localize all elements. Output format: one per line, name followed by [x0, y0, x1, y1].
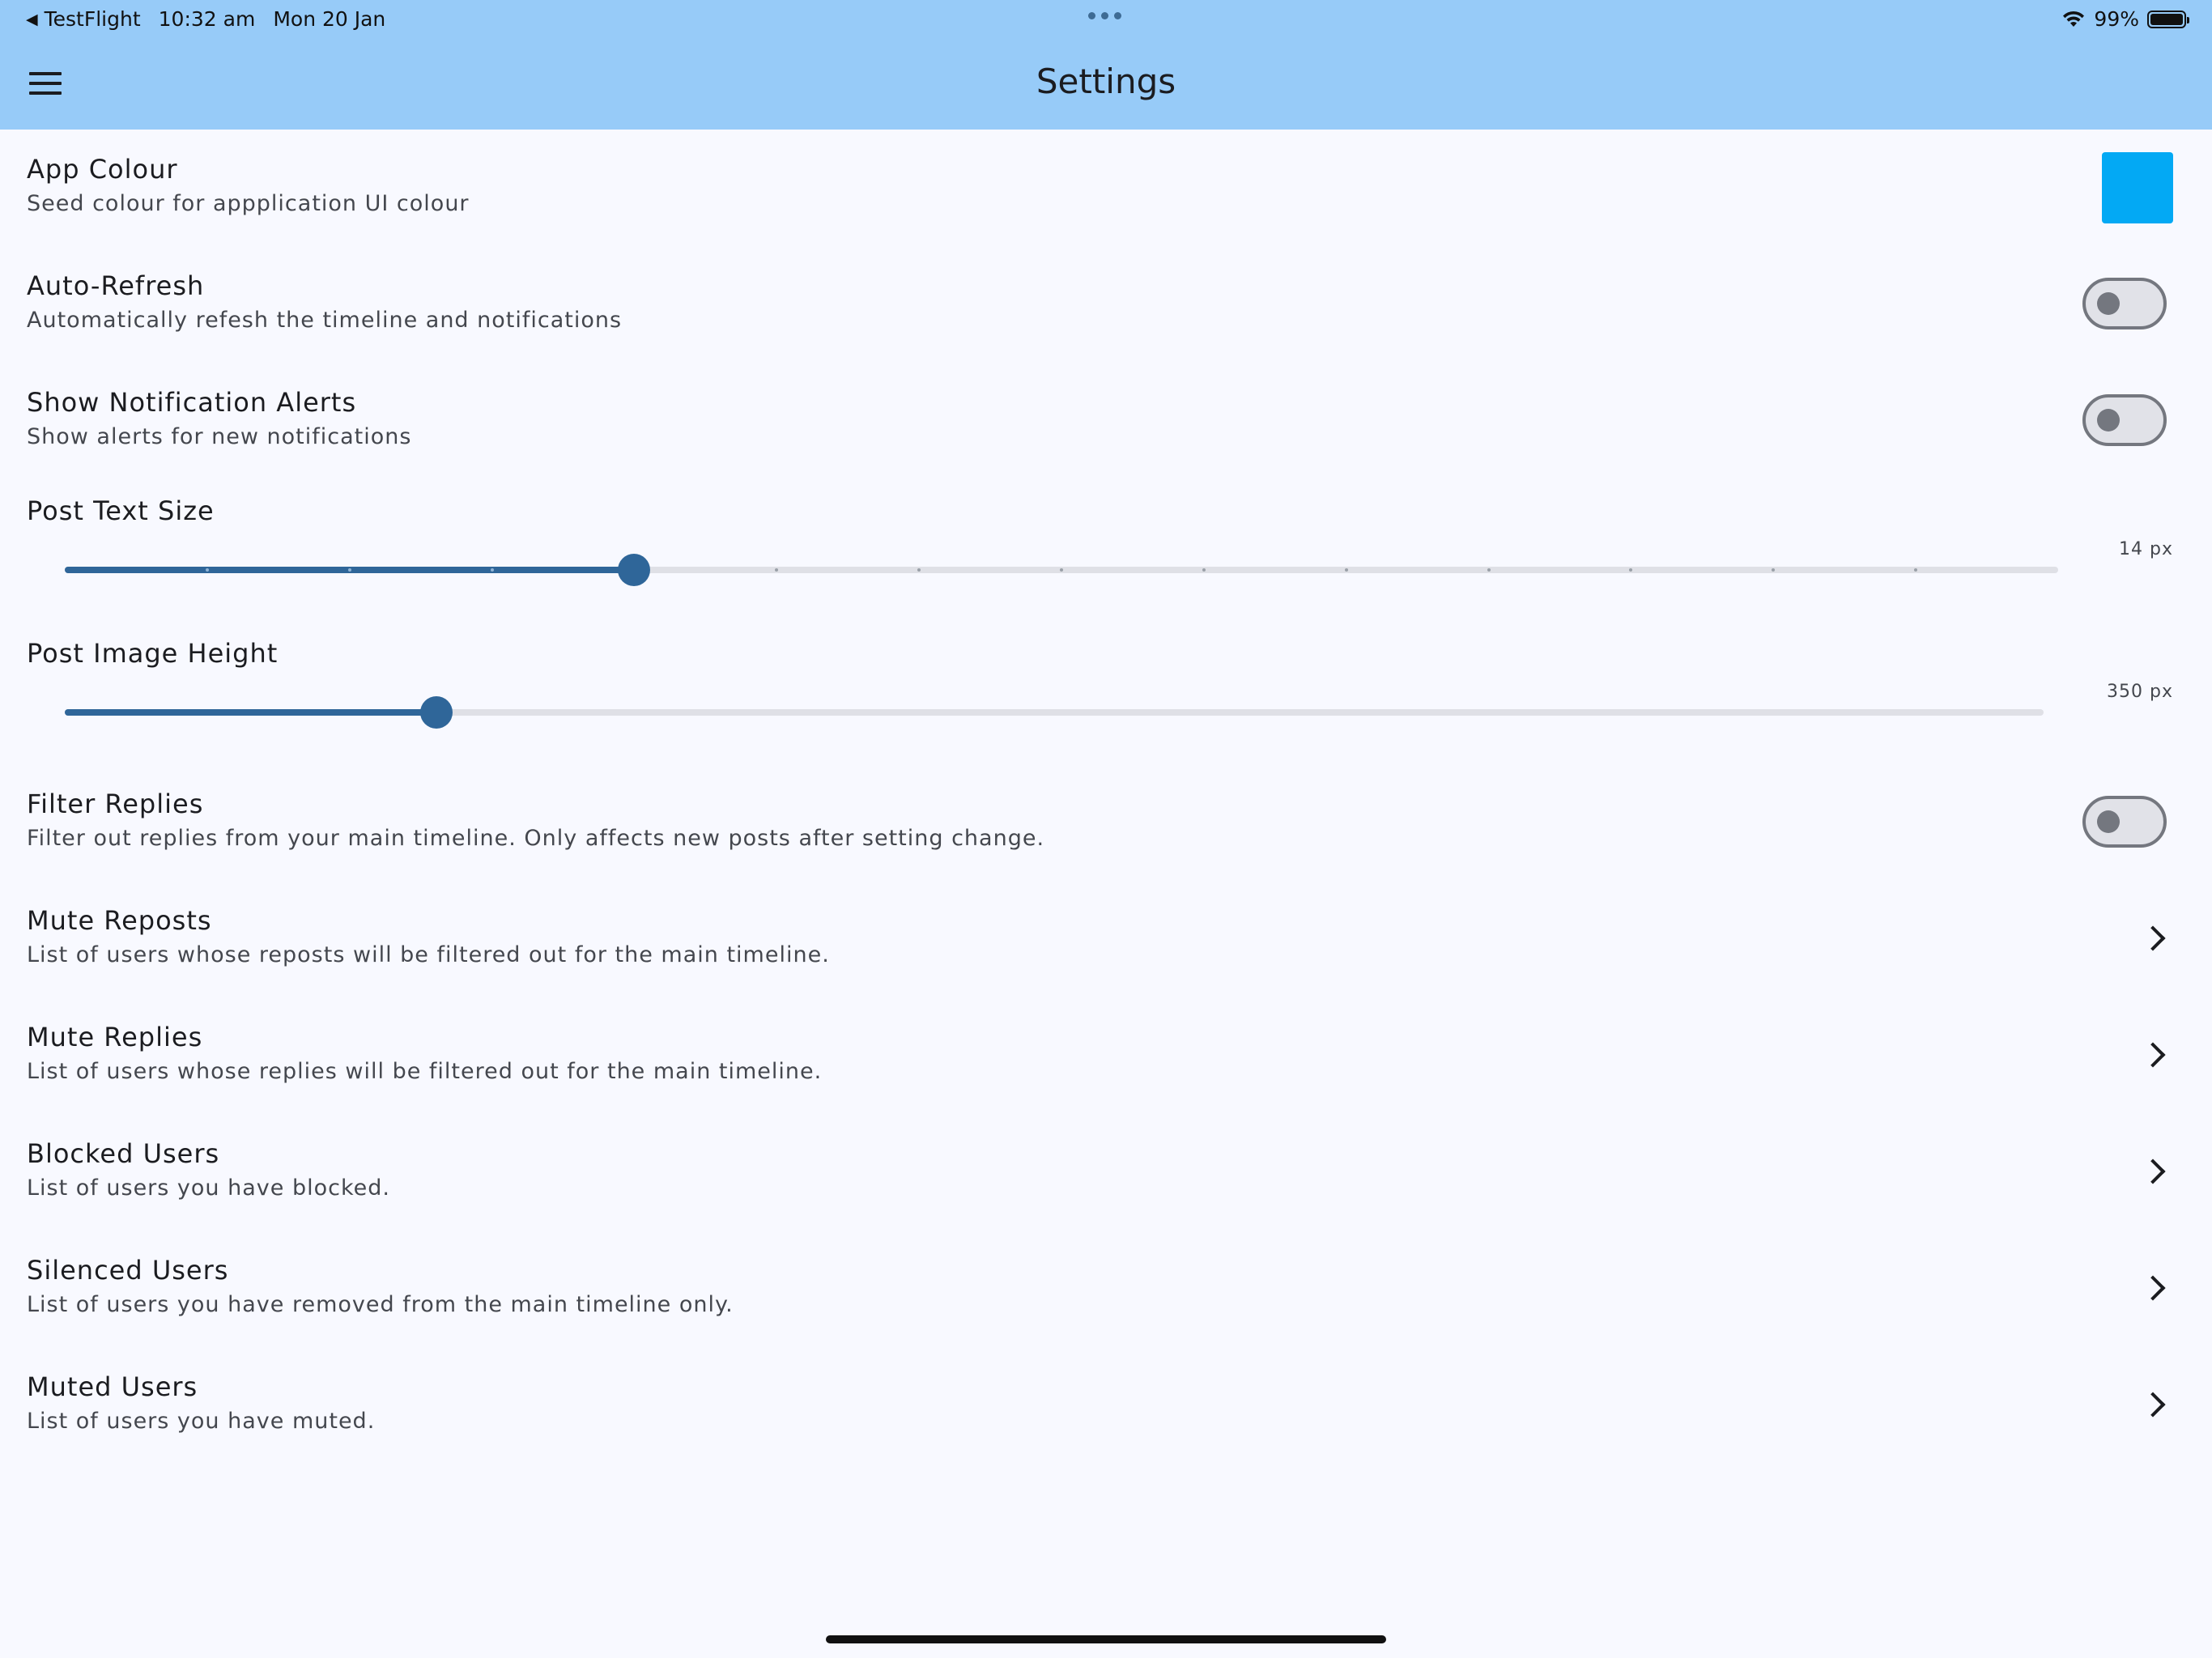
back-app-label[interactable]: TestFlight: [45, 7, 141, 31]
chevron-right-icon[interactable]: [2140, 925, 2166, 951]
setting-subtitle: List of users you have blocked.: [27, 1175, 390, 1201]
post-text-size-slider[interactable]: [65, 552, 2058, 588]
chevron-right-icon[interactable]: [2140, 1275, 2166, 1301]
notification-alerts-toggle[interactable]: [2082, 394, 2167, 446]
post-image-height-slider[interactable]: [65, 695, 2044, 730]
battery-percent: 99%: [2094, 7, 2139, 31]
filter-replies-toggle[interactable]: [2082, 796, 2167, 848]
page-title: Settings: [1036, 62, 1176, 101]
setting-subtitle: List of users you have removed from the …: [27, 1292, 734, 1317]
setting-title: Auto-Refresh: [27, 270, 205, 301]
toggle-knob: [2097, 292, 2120, 315]
app-colour-swatch[interactable]: [2102, 152, 2173, 223]
setting-subtitle: List of users you have muted.: [27, 1409, 376, 1434]
slider-active-track: [65, 709, 437, 716]
back-triangle-icon[interactable]: ◀: [26, 11, 38, 28]
status-date: Mon 20 Jan: [273, 7, 386, 31]
setting-title: Show Notification Alerts: [27, 387, 357, 418]
setting-title: App Colour: [27, 154, 178, 185]
status-time: 10:32 am: [158, 7, 256, 31]
setting-title: Mute Replies: [27, 1022, 203, 1052]
home-indicator[interactable]: [826, 1635, 1386, 1643]
toggle-knob: [2097, 409, 2120, 432]
multitasking-dots-icon[interactable]: [1088, 12, 1121, 19]
chevron-right-icon[interactable]: [2140, 1042, 2166, 1068]
setting-title: Post Image Height: [27, 638, 279, 669]
setting-title: Blocked Users: [27, 1138, 220, 1169]
status-left[interactable]: ◀ TestFlight 10:32 am Mon 20 Jan: [26, 7, 403, 31]
slider-tick-mark: [1060, 568, 1063, 572]
slider-thumb[interactable]: [618, 554, 651, 586]
setting-title: Muted Users: [27, 1371, 198, 1402]
setting-subtitle: List of users whose reposts will be filt…: [27, 942, 830, 967]
setting-subtitle: Show alerts for new notifications: [27, 424, 412, 449]
setting-title: Filter Replies: [27, 789, 204, 819]
setting-subtitle: List of users whose replies will be filt…: [27, 1059, 823, 1084]
setting-subtitle: Automatically refesh the timeline and no…: [27, 308, 623, 333]
slider-tick-mark: [1344, 568, 1348, 572]
auto-refresh-toggle[interactable]: [2082, 278, 2167, 329]
chevron-right-icon[interactable]: [2140, 1392, 2166, 1418]
post-image-height-value: 350 px: [2107, 682, 2173, 702]
slider-thumb[interactable]: [420, 696, 453, 729]
slider-tick-mark: [205, 568, 209, 572]
setting-title: Silenced Users: [27, 1255, 229, 1286]
app-bar: ◀ TestFlight 10:32 am Mon 20 Jan 99% Set…: [0, 0, 2212, 130]
battery-fill: [2150, 13, 2183, 25]
status-bar: ◀ TestFlight 10:32 am Mon 20 Jan 99%: [0, 0, 2212, 39]
setting-title: Mute Reposts: [27, 905, 212, 936]
wifi-icon: [2063, 11, 2085, 27]
slider-tick-mark: [347, 568, 351, 572]
slider-tick-mark: [1202, 568, 1206, 572]
chevron-right-icon[interactable]: [2140, 1158, 2166, 1184]
battery-icon: [2147, 10, 2189, 28]
slider-tick-mark: [1487, 568, 1491, 572]
setting-title: Post Text Size: [27, 495, 215, 526]
toggle-knob: [2097, 810, 2120, 833]
setting-subtitle: Seed colour for appplication UI colour: [27, 191, 470, 216]
status-right: 99%: [2061, 7, 2189, 31]
setting-subtitle: Filter out replies from your main timeli…: [27, 826, 1045, 851]
post-text-size-value: 14 px: [2119, 539, 2173, 559]
slider-tick-mark: [490, 568, 494, 572]
